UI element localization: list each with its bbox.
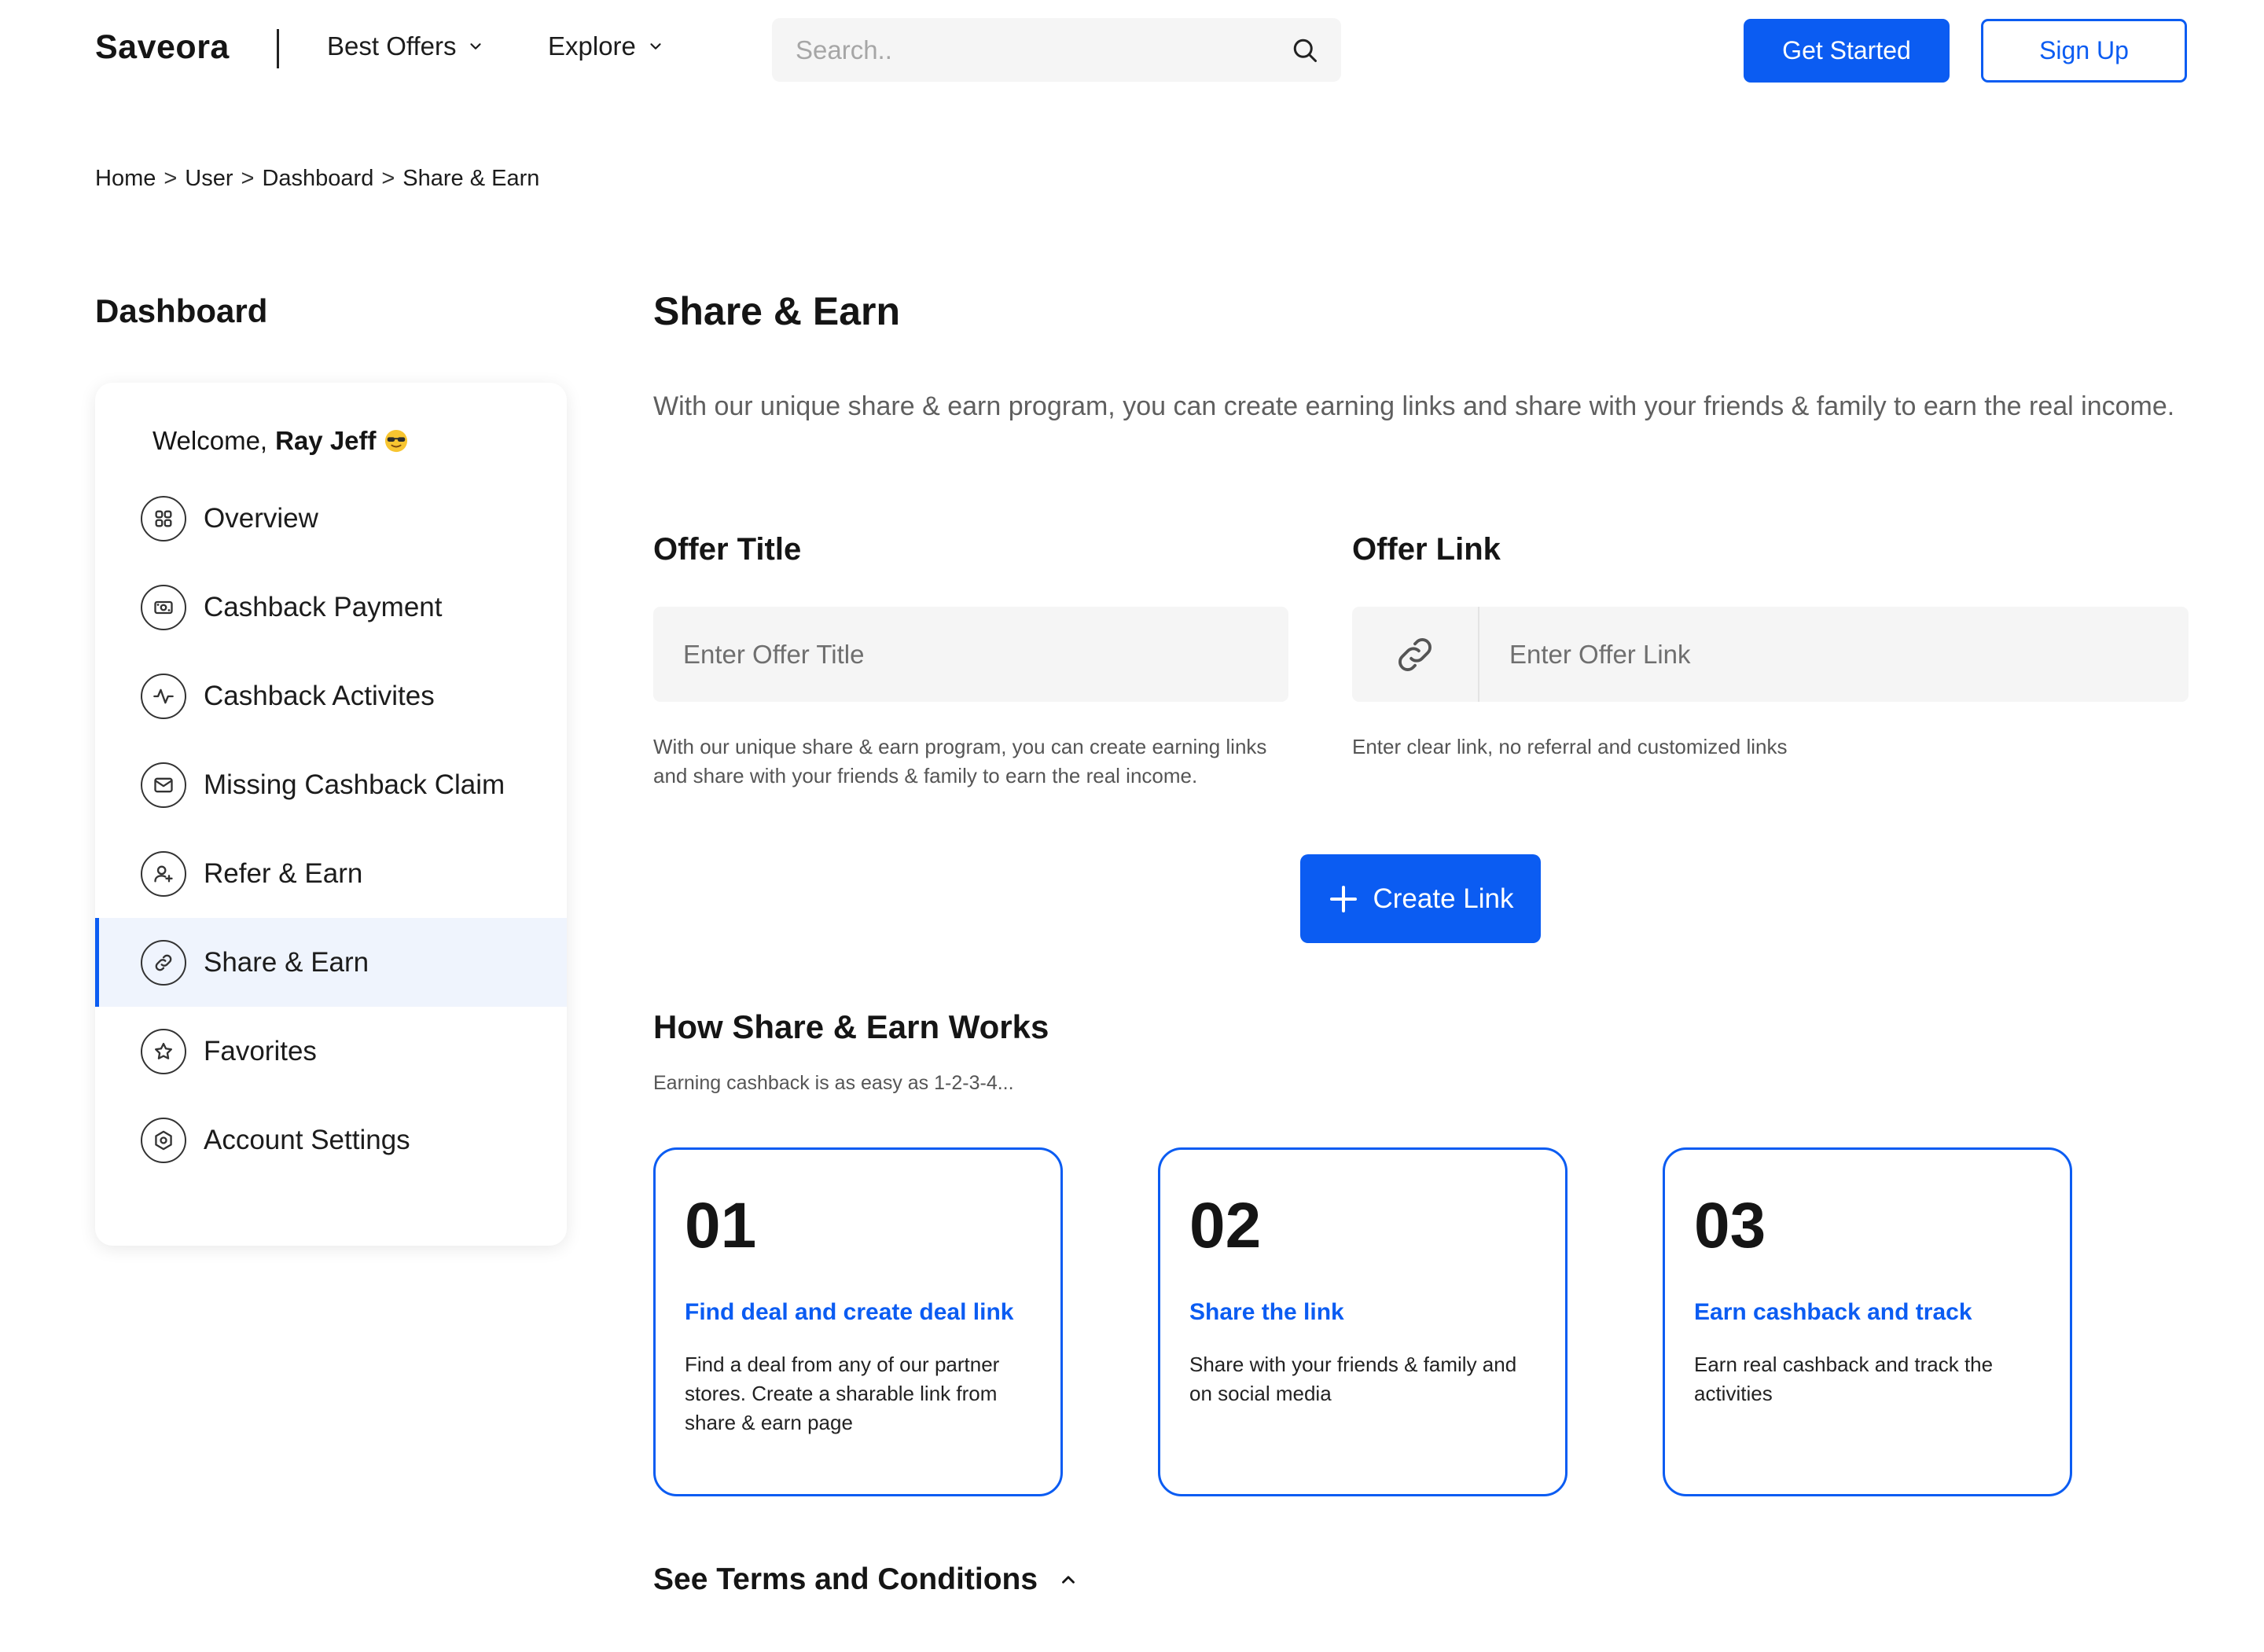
chevron-down-icon	[650, 43, 661, 50]
sidebar-item-missing-cashback-claim[interactable]: Missing Cashback Claim	[95, 740, 567, 829]
sidebar-item-label: Account Settings	[204, 1124, 410, 1155]
activity-icon	[141, 673, 186, 719]
sidebar-menu: Welcome, Ray Jeff Overview Cashback Paym…	[95, 383, 567, 1246]
step-number: 03	[1694, 1190, 1766, 1261]
how-it-works-subtitle: Earning cashback is as easy as 1-2-3-4..…	[653, 1072, 1014, 1094]
create-link-label: Create Link	[1373, 883, 1514, 914]
step-card: 03 Earn cashback and track Earn real cas…	[1663, 1147, 2072, 1496]
offer-link-prefix	[1352, 607, 1479, 702]
sidebar-item-label: Cashback Activites	[204, 680, 435, 711]
nav-explore-label: Explore	[548, 31, 636, 61]
cash-icon	[141, 584, 186, 630]
step-heading: Earn cashback and track	[1694, 1299, 1972, 1325]
offer-link-label: Offer Link	[1352, 532, 1501, 567]
offer-link-field-wrap	[1352, 607, 2189, 702]
sidebar-title: Dashboard	[95, 292, 268, 329]
step-number: 01	[685, 1190, 757, 1261]
page-intro: With our unique share & earn program, yo…	[653, 391, 2175, 421]
offer-link-help: Enter clear link, no referral and custom…	[1352, 735, 1788, 758]
sidebar-item-account-settings[interactable]: Account Settings	[95, 1096, 567, 1184]
sidebar-item-label: Share & Earn	[204, 946, 369, 978]
search-input[interactable]	[794, 34, 1291, 66]
plus-icon	[1329, 885, 1357, 912]
star-icon	[141, 1028, 186, 1074]
step-card: 02 Share the link Share with your friend…	[1158, 1147, 1568, 1496]
sidebar-item-label: Overview	[204, 502, 318, 534]
offer-title-field-wrap	[653, 607, 1288, 702]
offer-title-label: Offer Title	[653, 532, 802, 567]
breadcrumb-separator: >	[164, 166, 178, 191]
breadcrumb-user[interactable]: User	[185, 166, 233, 192]
nav-best-offers-label: Best Offers	[327, 31, 457, 61]
breadcrumb-separator: >	[241, 166, 255, 191]
terms-label: See Terms and Conditions	[653, 1562, 1038, 1596]
terms-toggle[interactable]: See Terms and Conditions	[653, 1562, 1079, 1597]
gear-icon	[141, 1117, 186, 1163]
sunglasses-emoji-icon	[384, 429, 407, 453]
breadcrumb: Home > User > Dashboard > Share & Earn	[95, 166, 539, 192]
sidebar-item-label: Cashback Payment	[204, 591, 443, 622]
chevron-up-icon	[1062, 1576, 1075, 1584]
step-card: 01 Find deal and create deal link Find a…	[653, 1147, 1063, 1496]
link-icon	[1398, 637, 1432, 671]
breadcrumb-separator: >	[381, 166, 395, 191]
sign-up-button[interactable]: Sign Up	[1981, 19, 2187, 83]
search-bar	[772, 18, 1341, 82]
grid-icon	[141, 495, 186, 541]
sidebar-item-cashback-payment[interactable]: Cashback Payment	[95, 563, 567, 652]
search-icon[interactable]	[1291, 36, 1319, 64]
nav-explore[interactable]: Explore	[548, 31, 664, 61]
step-number: 02	[1189, 1190, 1262, 1261]
welcome-prefix: Welcome,	[153, 426, 268, 455]
breadcrumb-current: Share & Earn	[402, 166, 540, 191]
step-heading: Find deal and create deal link	[685, 1299, 1014, 1325]
welcome-message: Welcome, Ray Jeff	[153, 426, 408, 456]
step-description: Earn real cashback and track the activit…	[1694, 1353, 1994, 1405]
step-description: Share with your friends & family and on …	[1189, 1353, 1517, 1405]
breadcrumb-dashboard[interactable]: Dashboard	[262, 166, 373, 192]
sidebar-item-cashback-activities[interactable]: Cashback Activites	[95, 652, 567, 740]
create-link-button[interactable]: Create Link	[1300, 854, 1541, 943]
logo-divider	[277, 29, 279, 68]
get-started-button[interactable]: Get Started	[1744, 19, 1950, 83]
mail-icon	[141, 762, 186, 808]
brand-logo[interactable]: Saveora	[95, 28, 230, 67]
page-title: Share & Earn	[653, 289, 901, 333]
link-icon	[141, 939, 186, 986]
sidebar-item-label: Missing Cashback Claim	[204, 769, 505, 800]
user-plus-icon	[141, 850, 186, 897]
sidebar-item-label: Favorites	[204, 1035, 317, 1066]
sidebar-item-share-earn[interactable]: Share & Earn	[95, 918, 567, 1007]
breadcrumb-home[interactable]: Home	[95, 166, 156, 192]
step-heading: Share the link	[1189, 1299, 1344, 1325]
sidebar-item-refer-earn[interactable]: Refer & Earn	[95, 829, 567, 918]
nav-best-offers[interactable]: Best Offers	[327, 31, 484, 61]
offer-title-input[interactable]	[682, 638, 1260, 670]
sidebar-item-favorites[interactable]: Favorites	[95, 1007, 567, 1096]
sidebar-item-overview[interactable]: Overview	[95, 474, 567, 563]
user-name: Ray Jeff	[275, 426, 377, 455]
offer-title-help: With our unique share & earn program, yo…	[653, 735, 1267, 787]
step-description: Find a deal from any of our partner stor…	[685, 1353, 1000, 1434]
sidebar-item-label: Refer & Earn	[204, 857, 363, 889]
how-it-works-title: How Share & Earn Works	[653, 1008, 1049, 1045]
chevron-down-icon	[470, 43, 482, 50]
offer-link-input[interactable]	[1508, 638, 2160, 670]
